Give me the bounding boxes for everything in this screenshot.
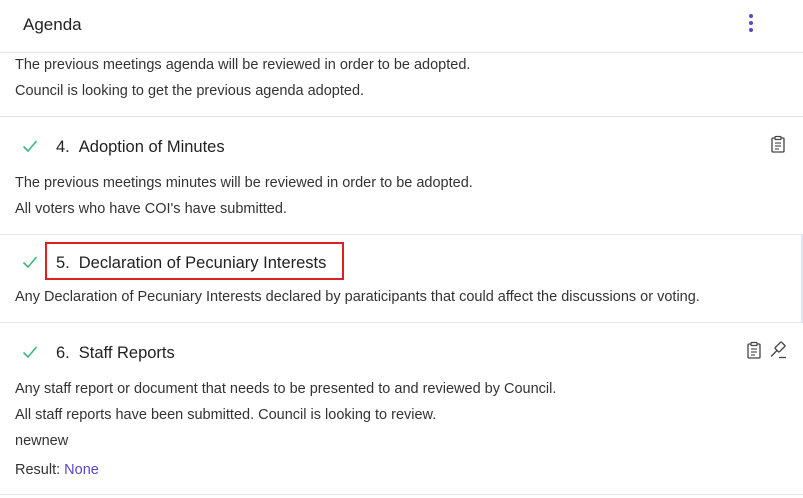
- agenda-header: Agenda: [0, 0, 803, 53]
- check-icon: [22, 346, 38, 359]
- clipboard-icon[interactable]: [745, 341, 763, 359]
- item-6-result: Result: None: [15, 462, 99, 478]
- check-icon: [22, 140, 38, 153]
- result-label: Result:: [15, 462, 61, 478]
- check-icon: [22, 256, 38, 269]
- item-5-description-line-1: Any Declaration of Pecuniary Interests d…: [15, 289, 700, 305]
- divider: [0, 322, 803, 323]
- item-title-text: Staff Reports: [78, 344, 175, 362]
- agenda-item-4[interactable]: 4. Adoption of Minutes: [0, 134, 803, 164]
- agenda-item-6[interactable]: 6. Staff Reports: [0, 340, 803, 370]
- agenda-item-4-title: 4. Adoption of Minutes: [56, 138, 225, 157]
- more-vertical-icon[interactable]: [744, 14, 758, 36]
- result-value-link[interactable]: None: [64, 462, 99, 478]
- item-6-description-line-2: All staff reports have been submitted. C…: [15, 407, 437, 423]
- clipboard-icon[interactable]: [769, 135, 787, 153]
- agenda-title: Agenda: [23, 15, 82, 34]
- item-number: 4.: [56, 138, 70, 156]
- item-6-description-line-1: Any staff report or document that needs …: [15, 381, 557, 397]
- item-4-description-line-2: All voters who have COI's have submitted…: [15, 201, 287, 217]
- item-title-text: Adoption of Minutes: [78, 138, 225, 156]
- item-number: 6.: [56, 344, 70, 362]
- item-3-description-line-2: Council is looking to get the previous a…: [15, 83, 365, 99]
- agenda-item-6-title: 6. Staff Reports: [56, 344, 175, 363]
- agenda-panel: Agenda The previous meetings agenda will…: [0, 0, 803, 498]
- item-6-description-line-3: newnew: [15, 433, 69, 449]
- divider: [0, 494, 803, 495]
- divider: [0, 116, 803, 117]
- item-3-description-line-1: The previous meetings agenda will be rev…: [15, 57, 471, 73]
- gavel-icon[interactable]: [769, 341, 787, 359]
- divider: [0, 234, 803, 235]
- item-4-description-line-1: The previous meetings minutes will be re…: [15, 175, 473, 191]
- selection-highlight: [45, 242, 344, 280]
